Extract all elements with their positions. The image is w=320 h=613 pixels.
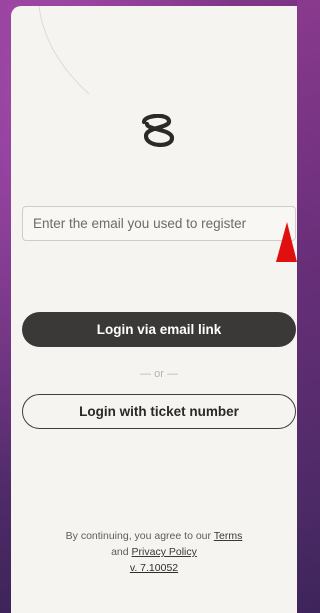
version-label: v. 7.10052	[129, 562, 179, 574]
decorative-arc	[38, 6, 90, 95]
privacy-line: and Privacy Policy	[11, 544, 297, 560]
login-card: Login via email link — or — Login with t…	[11, 6, 297, 613]
terms-line: By continuing, you agree to our Terms	[11, 528, 297, 544]
red-arrow-icon	[276, 222, 297, 262]
legal-footer: By continuing, you agree to our Terms an…	[11, 528, 297, 576]
or-divider: — or —	[140, 368, 178, 380]
login-via-email-link-button[interactable]: Login via email link	[22, 312, 296, 347]
version-line: v. 7.10052	[11, 560, 297, 576]
email-input[interactable]	[22, 206, 296, 241]
login-with-ticket-number-button[interactable]: Login with ticket number	[22, 394, 296, 429]
privacy-policy-link[interactable]: Privacy Policy	[132, 546, 197, 558]
terms-link[interactable]: Terms	[214, 530, 243, 542]
terms-prefix-text: By continuing, you agree to our	[65, 530, 212, 542]
brand-logo-icon	[141, 114, 175, 147]
and-text: and	[111, 546, 129, 558]
